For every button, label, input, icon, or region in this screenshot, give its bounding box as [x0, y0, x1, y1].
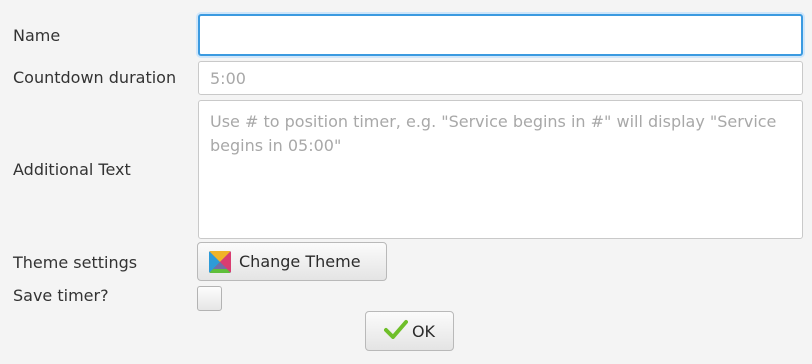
save-timer-checkbox[interactable] — [197, 286, 222, 311]
ok-button[interactable]: OK — [365, 311, 454, 351]
check-icon — [383, 319, 408, 343]
additional-text-label: Additional Text — [13, 160, 131, 179]
name-input[interactable] — [198, 14, 803, 56]
theme-settings-label: Theme settings — [13, 253, 138, 272]
name-label: Name — [13, 26, 61, 45]
additional-text-input[interactable] — [198, 100, 803, 239]
countdown-duration-label: Countdown duration — [13, 68, 177, 87]
palette-icon — [209, 250, 231, 273]
ok-label: OK — [411, 321, 436, 341]
change-theme-button[interactable]: Change Theme — [197, 242, 387, 281]
save-timer-label: Save timer? — [13, 286, 109, 305]
change-theme-label: Change Theme — [239, 252, 361, 271]
countdown-duration-input[interactable] — [198, 61, 803, 95]
